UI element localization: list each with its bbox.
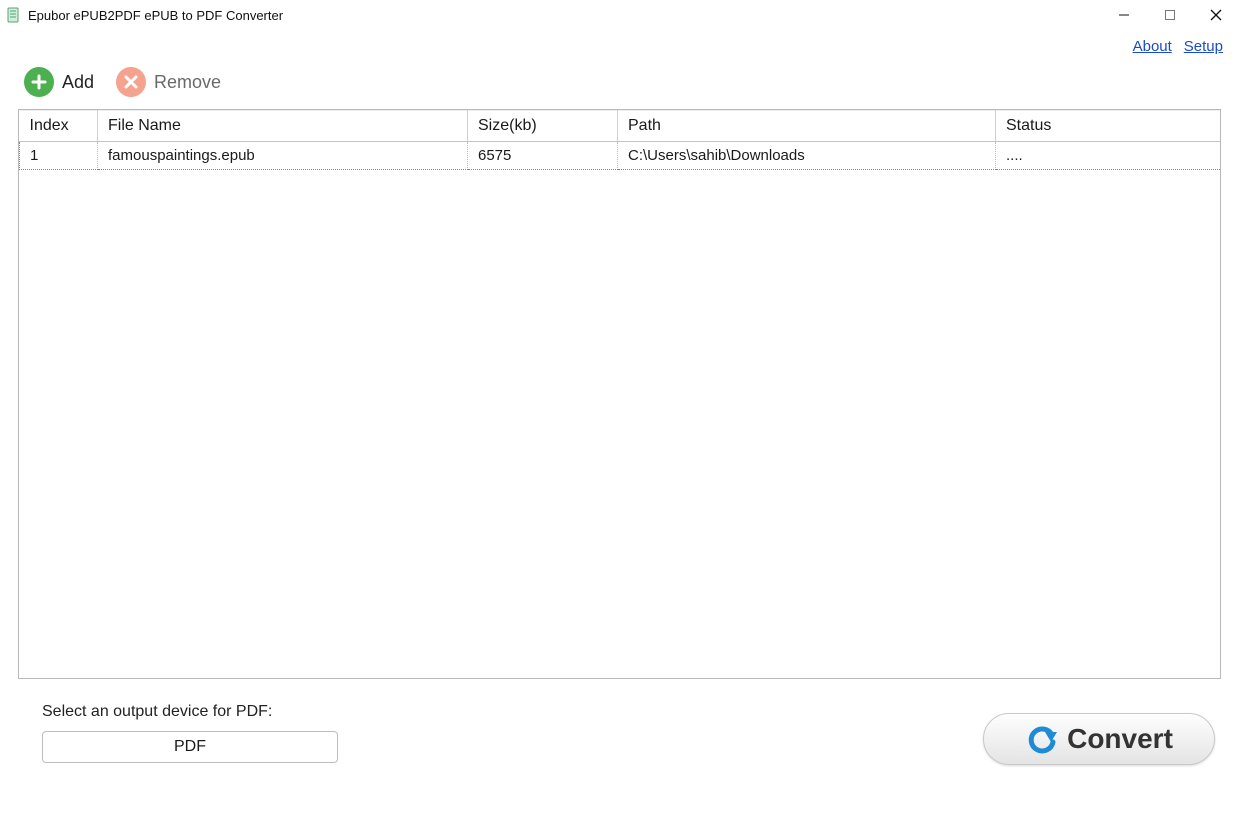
convert-label: Convert <box>1067 723 1173 755</box>
col-filename[interactable]: File Name <box>98 111 468 142</box>
window-controls <box>1101 0 1239 30</box>
col-status[interactable]: Status <box>996 111 1221 142</box>
cell-size: 6575 <box>468 142 618 170</box>
minimize-button[interactable] <box>1101 0 1147 30</box>
convert-button[interactable]: Convert <box>983 713 1215 765</box>
table-row[interactable]: 1 famouspaintings.epub 6575 C:\Users\sah… <box>20 142 1221 170</box>
window-title: Epubor ePUB2PDF ePUB to PDF Converter <box>28 8 283 23</box>
cell-status: .... <box>996 142 1221 170</box>
file-table: Index File Name Size(kb) Path Status 1 f… <box>19 110 1220 170</box>
remove-label: Remove <box>154 72 221 93</box>
footer: Select an output device for PDF: PDF Con… <box>0 679 1239 763</box>
file-list-panel: Index File Name Size(kb) Path Status 1 f… <box>18 109 1221 679</box>
remove-button[interactable]: Remove <box>116 67 221 97</box>
x-icon <box>116 67 146 97</box>
title-bar: Epubor ePUB2PDF ePUB to PDF Converter <box>0 0 1239 30</box>
convert-arrow-icon <box>1025 722 1059 756</box>
plus-icon <box>24 67 54 97</box>
close-button[interactable] <box>1193 0 1239 30</box>
setup-link[interactable]: Setup <box>1184 38 1223 55</box>
about-link[interactable]: About <box>1133 38 1172 55</box>
add-button[interactable]: Add <box>24 67 94 97</box>
cell-index: 1 <box>20 142 98 170</box>
col-index[interactable]: Index <box>20 111 98 142</box>
add-label: Add <box>62 72 94 93</box>
col-path[interactable]: Path <box>618 111 996 142</box>
maximize-button[interactable] <box>1147 0 1193 30</box>
cell-path: C:\Users\sahib\Downloads <box>618 142 996 170</box>
output-device-select[interactable]: PDF <box>42 731 338 763</box>
link-bar: About Setup <box>0 30 1239 55</box>
col-size[interactable]: Size(kb) <box>468 111 618 142</box>
app-icon <box>6 7 22 23</box>
toolbar: Add Remove <box>0 55 1239 109</box>
cell-filename: famouspaintings.epub <box>98 142 468 170</box>
table-header-row: Index File Name Size(kb) Path Status <box>20 111 1221 142</box>
